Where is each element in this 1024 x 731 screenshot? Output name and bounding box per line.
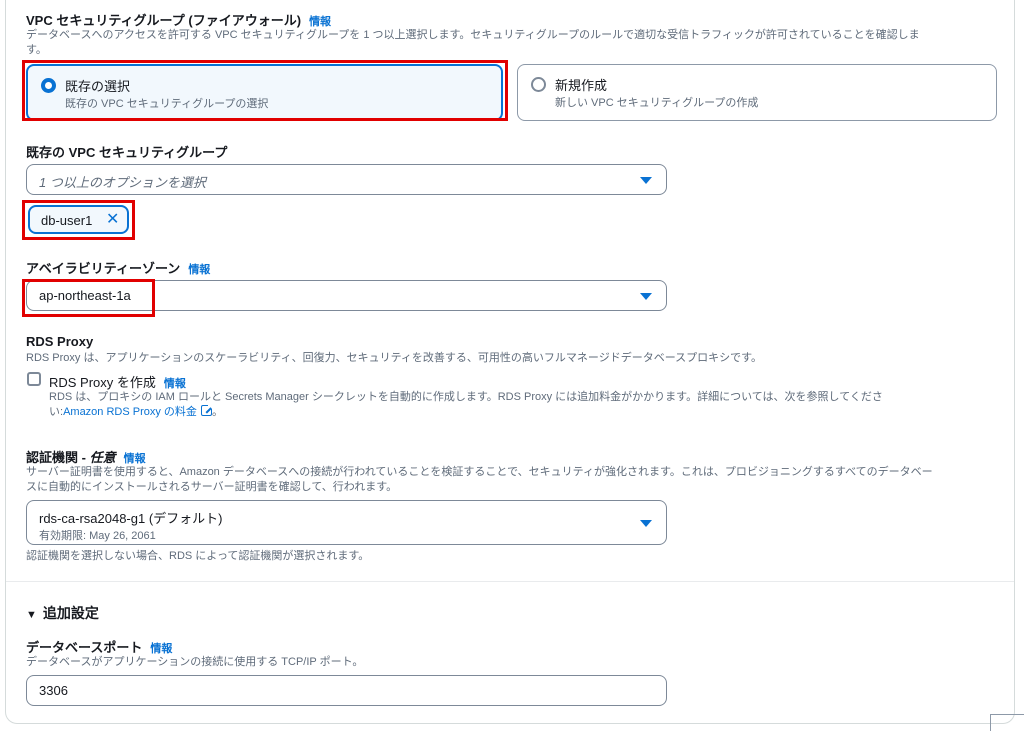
rds-proxy-info-link[interactable]: 情報 bbox=[164, 378, 186, 390]
certificate-authority-header: 認証機関 - 任意 情報 bbox=[26, 447, 146, 467]
certificate-authority-value: rds-ca-rsa2048-g1 (デフォルト) bbox=[39, 511, 223, 526]
certificate-authority-desc-line1: サーバー証明書を使用すると、Amazon データベースへの接続が行われていること… bbox=[26, 466, 933, 478]
option-new-radio[interactable] bbox=[531, 77, 546, 92]
rds-proxy-checkbox-desc-line2: い:Amazon RDS Proxy の料金。 bbox=[49, 403, 954, 420]
certificate-authority-desc-line2: スに自動的にインストールされるサーバー証明書を確認して、行われます。 bbox=[26, 481, 398, 493]
database-port-input[interactable]: 3306 bbox=[26, 675, 667, 706]
option-existing-desc: 既存の VPC セキュリティグループの選択 bbox=[65, 98, 269, 110]
security-group-token: db-user1 ✕ bbox=[28, 205, 129, 234]
remove-token-icon[interactable]: ✕ bbox=[106, 211, 119, 229]
caret-down-icon: ▼ bbox=[26, 609, 37, 621]
database-port-description: データベースがアプリケーションの接続に使用する TCP/IP ポート。 bbox=[26, 656, 364, 668]
certificate-authority-description: サーバー証明書を使用すると、Amazon データベースへの接続が行われていること… bbox=[26, 465, 1001, 495]
database-port-label: データベースポート bbox=[26, 640, 143, 655]
option-existing-title: 既存の選択 bbox=[65, 79, 131, 94]
certificate-authority-select[interactable]: rds-ca-rsa2048-g1 (デフォルト) 有効期限: May 26, … bbox=[26, 500, 667, 545]
availability-zone-info-link[interactable]: 情報 bbox=[188, 264, 210, 276]
section-divider bbox=[6, 581, 1014, 582]
chevron-down-icon bbox=[640, 293, 652, 300]
existing-security-group-label: 既存の VPC セキュリティグループ bbox=[26, 145, 228, 160]
security-group-token-label: db-user1 bbox=[41, 213, 93, 228]
certificate-authority-info-link[interactable]: 情報 bbox=[124, 453, 146, 465]
security-group-select-placeholder: 1 つ以上のオプションを選択 bbox=[39, 175, 206, 190]
rds-proxy-checkbox-label[interactable]: RDS Proxy を作成 bbox=[49, 375, 156, 390]
security-group-description-line1: データベースへのアクセスを許可する VPC セキュリティグループを 1 つ以上選… bbox=[26, 29, 920, 41]
option-new-tile[interactable]: 新規作成 新しい VPC セキュリティグループの作成 bbox=[517, 64, 997, 121]
certificate-authority-optional: 任意 bbox=[89, 450, 116, 465]
security-group-title: VPC セキュリティグループ (ファイアウォール) bbox=[26, 13, 302, 28]
rds-proxy-pricing-link[interactable]: Amazon RDS Proxy の料金 bbox=[63, 406, 197, 418]
external-link-icon[interactable] bbox=[200, 403, 214, 416]
rds-proxy-checkbox[interactable] bbox=[27, 372, 41, 386]
availability-zone-value: ap-northeast-1a bbox=[39, 288, 131, 303]
rds-proxy-checkbox-header: RDS Proxy を作成 情報 bbox=[49, 372, 186, 392]
security-group-info-link[interactable]: 情報 bbox=[309, 16, 331, 28]
database-port-value: 3306 bbox=[39, 683, 68, 698]
rds-proxy-checkbox-desc-line1: RDS は、プロキシの IAM ロールと Secrets Manager シーク… bbox=[49, 391, 883, 403]
chevron-down-icon bbox=[640, 177, 652, 184]
rds-proxy-checkbox-description: RDS は、プロキシの IAM ロールと Secrets Manager シーク… bbox=[49, 390, 954, 420]
option-new-title: 新規作成 bbox=[555, 78, 608, 93]
additional-settings-title: 追加設定 bbox=[42, 605, 99, 621]
security-group-description: データベースへのアクセスを許可する VPC セキュリティグループを 1 つ以上選… bbox=[26, 28, 1001, 58]
certificate-authority-footer: 認証機関を選択しない場合、RDS によって認証機関が選択されます。 bbox=[26, 550, 370, 562]
certificate-authority-expiry: 有効期限: May 26, 2061 bbox=[39, 530, 156, 542]
database-port-header: データベースポート 情報 bbox=[26, 637, 172, 657]
security-group-select[interactable]: 1 つ以上のオプションを選択 bbox=[26, 164, 667, 195]
chevron-down-icon bbox=[640, 520, 652, 527]
rds-proxy-desc-prefix: い: bbox=[49, 406, 64, 418]
availability-zone-select[interactable]: ap-northeast-1a bbox=[26, 280, 667, 311]
additional-settings-toggle[interactable]: ▼ 追加設定 bbox=[26, 603, 99, 623]
option-new-desc: 新しい VPC セキュリティグループの作成 bbox=[555, 97, 759, 109]
rds-proxy-description: RDS Proxy は、アプリケーションのスケーラビリティ、回復力、セキュリティ… bbox=[26, 352, 763, 364]
option-existing-radio[interactable] bbox=[41, 78, 56, 93]
availability-zone-header: アベイラビリティーゾーン 情報 bbox=[26, 258, 210, 278]
security-group-header: VPC セキュリティグループ (ファイアウォール) 情報 bbox=[26, 10, 331, 30]
security-group-description-line2: す。 bbox=[26, 44, 47, 56]
availability-zone-label: アベイラビリティーゾーン bbox=[26, 261, 181, 276]
rds-proxy-title: RDS Proxy bbox=[26, 334, 94, 349]
certificate-authority-label: 認証機関 - bbox=[26, 450, 90, 465]
corner-widget bbox=[990, 714, 1024, 731]
option-existing-tile[interactable]: 既存の選択 既存の VPC セキュリティグループの選択 bbox=[26, 64, 503, 121]
database-port-info-link[interactable]: 情報 bbox=[150, 643, 172, 655]
